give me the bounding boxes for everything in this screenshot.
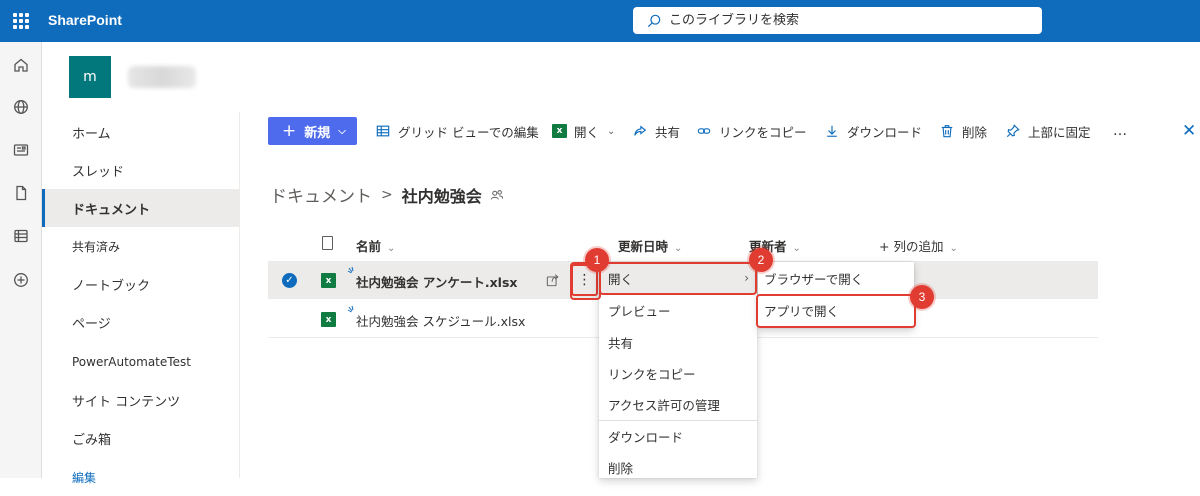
pin-to-top-button[interactable]: 上部に固定 [1005, 117, 1091, 145]
share-label: 共有 [655, 124, 681, 140]
download-label: ダウンロード [847, 124, 923, 140]
excel-file-icon: x [321, 273, 336, 288]
chevron-down-icon: ⌄ [674, 243, 683, 254]
chevron-down-icon: ⌄ [387, 243, 396, 254]
open-button[interactable]: x 開く ⌄ [552, 117, 615, 145]
search-input[interactable] [669, 13, 1029, 28]
checkmark-icon[interactable]: ✓ [282, 273, 297, 288]
new-button-label: 新規 [304, 125, 331, 141]
grid-icon [375, 123, 391, 139]
menu-item-download[interactable]: ダウンロード [599, 420, 757, 452]
breadcrumb-separator: > [381, 186, 393, 203]
breadcrumb: ドキュメント > 社内勉強会 [270, 182, 504, 207]
app-launcher-icon[interactable] [13, 13, 29, 29]
nav-item-notebook[interactable]: ノートブック [42, 265, 240, 303]
lists-icon[interactable] [12, 227, 30, 245]
chevron-down-icon: ⌵ [338, 125, 346, 137]
column-modified[interactable]: 更新日時 ⌄ [618, 236, 682, 255]
open-label: 開く [574, 124, 600, 140]
app-title[interactable]: SharePoint [48, 12, 122, 28]
highlight-open [599, 262, 757, 295]
site-name-redacted [128, 66, 196, 88]
breadcrumb-root[interactable]: ドキュメント [270, 182, 372, 207]
column-modified-label: 更新日時 [618, 239, 669, 254]
menu-item-share[interactable]: 共有 [599, 326, 757, 358]
add-column-label: + 列の追加 [879, 239, 944, 254]
menu-item-preview[interactable]: プレビュー [599, 294, 757, 326]
app-rail [0, 42, 42, 478]
pin-to-top-label: 上部に固定 [1028, 124, 1091, 140]
pin-icon [1005, 123, 1021, 139]
step-badge-3: 3 [910, 285, 934, 309]
nav-item-shared[interactable]: 共有済み [42, 227, 240, 265]
column-name[interactable]: 名前 ⌄ [356, 236, 395, 255]
file-type-icon[interactable] [322, 236, 333, 250]
link-icon [696, 123, 712, 139]
nav-item-site-contents[interactable]: サイト コンテンツ [42, 381, 240, 419]
share-icon[interactable] [546, 273, 560, 287]
submenu-item-open-in-browser[interactable]: ブラウザーで開く [758, 262, 914, 294]
people-icon[interactable] [490, 188, 504, 202]
file-name-link[interactable]: 社内勉強会 スケジュール.xlsx [356, 311, 525, 330]
nav-item-pages[interactable]: ページ [42, 303, 240, 341]
delete-label: 削除 [962, 124, 988, 140]
plus-icon: + [282, 121, 297, 141]
nav-item-powerautomatetest[interactable]: PowerAutomateTest [42, 343, 240, 381]
menu-item-copy-link[interactable]: リンクをコピー [599, 357, 757, 389]
share-button[interactable]: 共有 [632, 117, 680, 145]
command-bar: + 新規 ⌵ グリッド ビューでの編集 x 開く ⌄ 共有 リンクをコピー ダウ… [268, 117, 1200, 145]
list-header: 名前 ⌄ 更新日時 ⌄ 更新者 ⌄ + 列の追加 ⌄ [268, 228, 1098, 260]
nav-edit-link[interactable]: 編集 [42, 458, 240, 496]
highlight-open-in-app [756, 294, 916, 328]
nav-item-recycle-bin[interactable]: ごみ箱 [42, 419, 240, 457]
excel-file-icon: x [321, 312, 336, 327]
grid-edit-button[interactable]: グリッド ビューでの編集 [375, 117, 539, 145]
file-name-link[interactable]: 社内勉強会 アンケート.xlsx [356, 272, 517, 291]
download-icon [824, 123, 840, 139]
globe-icon[interactable] [12, 98, 30, 116]
more-commands-button[interactable]: … [1113, 117, 1127, 145]
close-icon[interactable]: ✕ [1182, 121, 1196, 141]
step-badge-2: 2 [749, 248, 773, 272]
search-box[interactable] [633, 7, 1042, 34]
excel-icon: x [552, 124, 567, 138]
site-logo[interactable]: m [69, 56, 111, 98]
new-button[interactable]: + 新規 ⌵ [268, 117, 357, 145]
trash-icon [939, 123, 955, 139]
copy-link-button[interactable]: リンクをコピー [696, 117, 807, 145]
breadcrumb-current: 社内勉強会 [401, 186, 482, 206]
copy-link-label: リンクをコピー [719, 124, 807, 140]
share-icon [632, 123, 648, 139]
nav-item-documents[interactable]: ドキュメント [42, 189, 240, 227]
grid-edit-label: グリッド ビューでの編集 [398, 124, 539, 140]
chevron-down-icon: ⌄ [607, 125, 616, 137]
menu-item-manage-access[interactable]: アクセス許可の管理 [599, 388, 757, 420]
step-badge-1: 1 [585, 248, 609, 272]
news-icon[interactable] [12, 141, 30, 159]
document-icon[interactable] [12, 184, 30, 202]
menu-item-delete[interactable]: 削除 [599, 451, 757, 483]
nav-item-home[interactable]: ホーム [42, 113, 240, 151]
download-button[interactable]: ダウンロード [824, 117, 922, 145]
search-icon [647, 14, 661, 27]
add-column-button[interactable]: + 列の追加 ⌄ [879, 236, 958, 255]
suite-header: SharePoint [0, 0, 1200, 42]
home-icon[interactable] [12, 56, 30, 74]
column-name-label: 名前 [356, 239, 382, 254]
nav-item-threads[interactable]: スレッド [42, 151, 240, 189]
delete-button[interactable]: 削除 [939, 117, 987, 145]
left-navigation: ホーム スレッド ドキュメント 共有済み ノートブック ページ PowerAut… [42, 112, 240, 485]
chevron-down-icon: ⌄ [792, 243, 801, 254]
create-icon[interactable] [12, 271, 30, 289]
chevron-down-icon: ⌄ [949, 243, 958, 254]
